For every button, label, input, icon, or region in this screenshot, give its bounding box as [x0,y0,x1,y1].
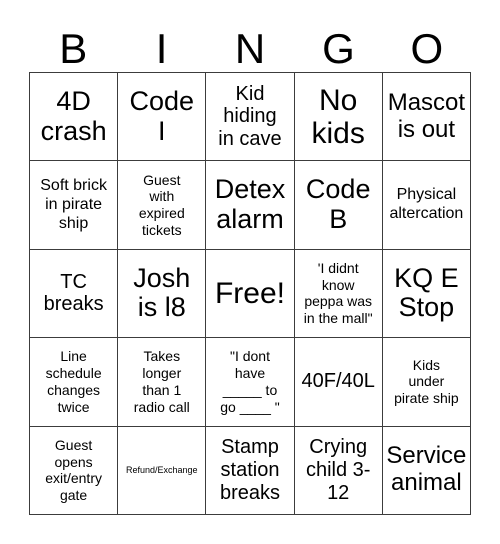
bingo-cell-r2c1[interactable]: Soft brick in pirate ship [30,161,119,250]
bingo-cell-label: Refund/Exchange [126,464,198,475]
bingo-cell-label: Service animal [386,442,467,497]
header-letter-i: I [155,25,168,72]
bingo-cell-label: Takes longer than 1 radio call [133,348,190,415]
bingo-cell-label: Guest with expired tickets [138,171,185,238]
bingo-cell-r1c5[interactable]: Mascot is out [382,73,471,162]
header-letter-b: B [59,25,88,72]
bingo-cell-label: Kids under pirate ship [394,356,459,407]
bingo-cell-label: 40F/40L [301,370,375,393]
bingo-cell-label: TC breaks [43,270,104,316]
bingo-cell-r2c5[interactable]: Physical altercation [382,161,471,250]
bingo-cell-r4c5[interactable]: Kids under pirate ship [382,338,471,427]
bingo-cell-r3c2[interactable]: Josh is l8 [118,249,207,339]
bingo-cell-r5c3[interactable]: Stamp station breaks [206,426,295,515]
bingo-cell-r2c4[interactable]: Code B [294,161,383,250]
bingo-cell-label: Soft brick in pirate ship [40,176,107,232]
bingo-cell-label: Detex alarm [214,174,286,235]
bingo-cell-r4c3[interactable]: "I dont have _____ to go ____ " [206,338,295,427]
bingo-cell-label: Free! [214,276,285,310]
bingo-cell-r3c4[interactable]: 'I didnt know peppa was in the mall" [294,249,383,339]
bingo-cell-label: Physical altercation [389,186,464,223]
bingo-cell-label: Kid hiding in cave [218,82,282,151]
header-letter-o: O [410,25,444,72]
bingo-cell-label: KQ E Stop [394,262,459,323]
bingo-cell-free-space[interactable]: Free! [206,249,295,339]
bingo-cell-r1c2[interactable]: Code I [118,73,207,162]
bingo-cell-r2c3[interactable]: Detex alarm [206,161,295,250]
bingo-cell-label: Crying child 3- 12 [305,436,371,504]
bingo-cell-label: Josh is l8 [133,262,191,323]
bingo-cell-r4c4[interactable]: 40F/40L [294,338,383,427]
bingo-header: B I N G O [29,18,471,72]
bingo-cell-r2c2[interactable]: Guest with expired tickets [118,161,207,250]
bingo-cell-r3c5[interactable]: KQ E Stop [382,249,471,339]
bingo-cell-r4c1[interactable]: Line schedule changes twice [30,338,119,427]
bingo-cell-r5c2[interactable]: Refund/Exchange [118,426,207,515]
bingo-cell-label: No kids [311,83,365,150]
bingo-cell-r1c4[interactable]: No kids [294,73,383,162]
bingo-cell-r5c4[interactable]: Crying child 3- 12 [294,426,383,515]
bingo-cell-label: Mascot is out [387,88,466,143]
bingo-cell-r1c1[interactable]: 4D crash [30,73,119,162]
bingo-cell-label: 'I didnt know peppa was in the mall" [303,259,373,327]
bingo-cell-label: Code B [305,174,371,235]
bingo-cell-label: Line schedule changes twice [45,348,102,415]
header-letter-n: N [234,25,266,72]
bingo-cell-r5c1[interactable]: Guest opens exit/entry gate [30,426,119,515]
bingo-cell-r5c5[interactable]: Service animal [382,426,471,515]
bingo-cell-label: "I dont have _____ to go ____ " [220,348,280,415]
bingo-cell-label: Code I [129,86,195,146]
bingo-cell-label: Stamp station breaks [219,436,280,504]
bingo-grid: 4D crash Code I Kid hiding in cave No ki… [29,72,471,515]
bingo-cell-r1c3[interactable]: Kid hiding in cave [206,73,295,162]
header-letter-g: G [322,25,355,72]
bingo-cell-r3c1[interactable]: TC breaks [30,249,119,339]
bingo-cell-label: Guest opens exit/entry gate [45,436,102,504]
bingo-cell-r4c2[interactable]: Takes longer than 1 radio call [118,338,207,427]
bingo-cell-label: 4D crash [40,86,107,146]
bingo-card: B I N G O 4D crash Code I Kid hiding in … [0,0,500,544]
